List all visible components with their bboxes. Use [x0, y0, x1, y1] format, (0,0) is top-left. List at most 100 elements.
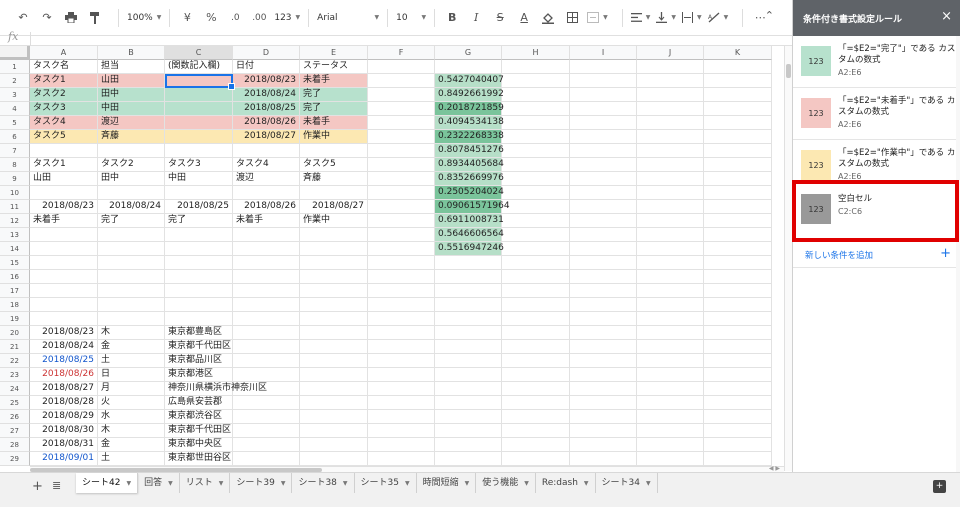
cell[interactable]	[30, 228, 98, 242]
cell[interactable]	[704, 228, 772, 242]
cell[interactable]	[368, 368, 435, 382]
text-rotation-icon[interactable]: A ▼	[708, 7, 728, 29]
cell[interactable]	[637, 326, 704, 340]
sheet-tab[interactable]: シート42 ▼	[76, 473, 139, 493]
cell[interactable]	[368, 60, 435, 74]
row-header[interactable]: 23	[0, 368, 30, 382]
cell[interactable]	[570, 158, 637, 172]
cell[interactable]	[502, 368, 570, 382]
cell[interactable]	[704, 284, 772, 298]
column-header[interactable]: F	[368, 46, 435, 60]
cell[interactable]	[300, 326, 368, 340]
cell[interactable]	[704, 74, 772, 88]
add-rule-button[interactable]: 新しい条件を追加 +	[793, 242, 960, 268]
cell[interactable]: 未着手	[300, 116, 368, 130]
cell[interactable]	[368, 410, 435, 424]
cell[interactable]: 日付	[233, 60, 300, 74]
percent-button[interactable]: %	[202, 7, 220, 29]
cell[interactable]	[165, 298, 233, 312]
cell[interactable]	[368, 228, 435, 242]
cell[interactable]: 土	[98, 354, 165, 368]
cell[interactable]	[300, 424, 368, 438]
cell[interactable]	[704, 256, 772, 270]
cell[interactable]: 2018/08/27	[233, 130, 300, 144]
cell[interactable]	[502, 424, 570, 438]
cell[interactable]	[233, 396, 300, 410]
chevron-down-icon[interactable]: ▼	[465, 480, 470, 487]
cell[interactable]	[165, 116, 233, 130]
cell[interactable]	[502, 326, 570, 340]
print-icon[interactable]	[62, 7, 80, 29]
cell[interactable]: 田中	[98, 172, 165, 186]
cell[interactable]: 日	[98, 368, 165, 382]
text-color-icon[interactable]: A	[515, 7, 533, 29]
cell[interactable]: 渡辺	[233, 172, 300, 186]
cell[interactable]	[637, 242, 704, 256]
row-header[interactable]: 24	[0, 382, 30, 396]
cell[interactable]	[570, 438, 637, 452]
font-size-select[interactable]: 10 ▼	[396, 13, 426, 23]
cell[interactable]	[570, 298, 637, 312]
cell[interactable]	[368, 242, 435, 256]
cell[interactable]: 0.5427040407	[435, 74, 504, 88]
vertical-align-icon[interactable]: ▼	[656, 7, 676, 29]
cell[interactable]: 木	[98, 424, 165, 438]
cell[interactable]	[368, 396, 435, 410]
cell[interactable]	[435, 270, 502, 284]
cell[interactable]	[435, 312, 502, 326]
cell[interactable]	[637, 200, 704, 214]
cell[interactable]: 0.6911008731	[435, 214, 504, 228]
cell[interactable]: 0.2322268338	[435, 130, 504, 144]
cell[interactable]	[368, 172, 435, 186]
cell[interactable]	[233, 452, 300, 466]
row-header[interactable]: 27	[0, 424, 30, 438]
cell[interactable]	[570, 396, 637, 410]
vertical-scrollbar[interactable]	[784, 46, 792, 471]
cell[interactable]	[435, 284, 502, 298]
cell[interactable]	[637, 116, 704, 130]
cell[interactable]	[704, 158, 772, 172]
cell[interactable]	[98, 228, 165, 242]
cell[interactable]	[233, 284, 300, 298]
cell[interactable]	[435, 396, 502, 410]
row-header[interactable]: 11	[0, 200, 30, 214]
cell[interactable]: 中田	[98, 102, 165, 116]
cell[interactable]	[368, 340, 435, 354]
cell[interactable]: 2018/08/23	[30, 326, 98, 340]
cell[interactable]: 東京都千代田区	[165, 424, 233, 438]
cell[interactable]	[502, 102, 570, 116]
cell[interactable]	[637, 340, 704, 354]
row-header[interactable]: 19	[0, 312, 30, 326]
cell[interactable]	[570, 410, 637, 424]
cell[interactable]	[570, 424, 637, 438]
cell[interactable]: 金	[98, 438, 165, 452]
cell[interactable]: 東京都中央区	[165, 438, 233, 452]
cell[interactable]	[435, 368, 502, 382]
cell[interactable]	[637, 88, 704, 102]
row-header[interactable]: 16	[0, 270, 30, 284]
cell[interactable]	[502, 270, 570, 284]
row-header[interactable]: 15	[0, 256, 30, 270]
sheet-tab[interactable]: シート38 ▼	[292, 473, 355, 493]
cell[interactable]	[435, 410, 502, 424]
cell[interactable]: (関数記入欄)	[165, 60, 233, 74]
cell[interactable]	[570, 74, 637, 88]
cell[interactable]	[637, 144, 704, 158]
cell[interactable]	[502, 452, 570, 466]
cell[interactable]	[368, 284, 435, 298]
cell[interactable]: 山田	[98, 74, 165, 88]
cell[interactable]	[704, 200, 772, 214]
chevron-down-icon[interactable]: ▼	[646, 480, 651, 487]
cell[interactable]	[704, 354, 772, 368]
cell[interactable]	[233, 326, 300, 340]
cell[interactable]	[502, 256, 570, 270]
cell[interactable]	[704, 438, 772, 452]
cell[interactable]	[570, 452, 637, 466]
cell[interactable]	[165, 284, 233, 298]
row-header[interactable]: 13	[0, 228, 30, 242]
cell[interactable]: 2018/08/31	[30, 438, 98, 452]
cell[interactable]	[233, 242, 300, 256]
cell[interactable]	[502, 382, 570, 396]
chevron-down-icon[interactable]: ▼	[219, 480, 224, 487]
cell[interactable]	[570, 242, 637, 256]
